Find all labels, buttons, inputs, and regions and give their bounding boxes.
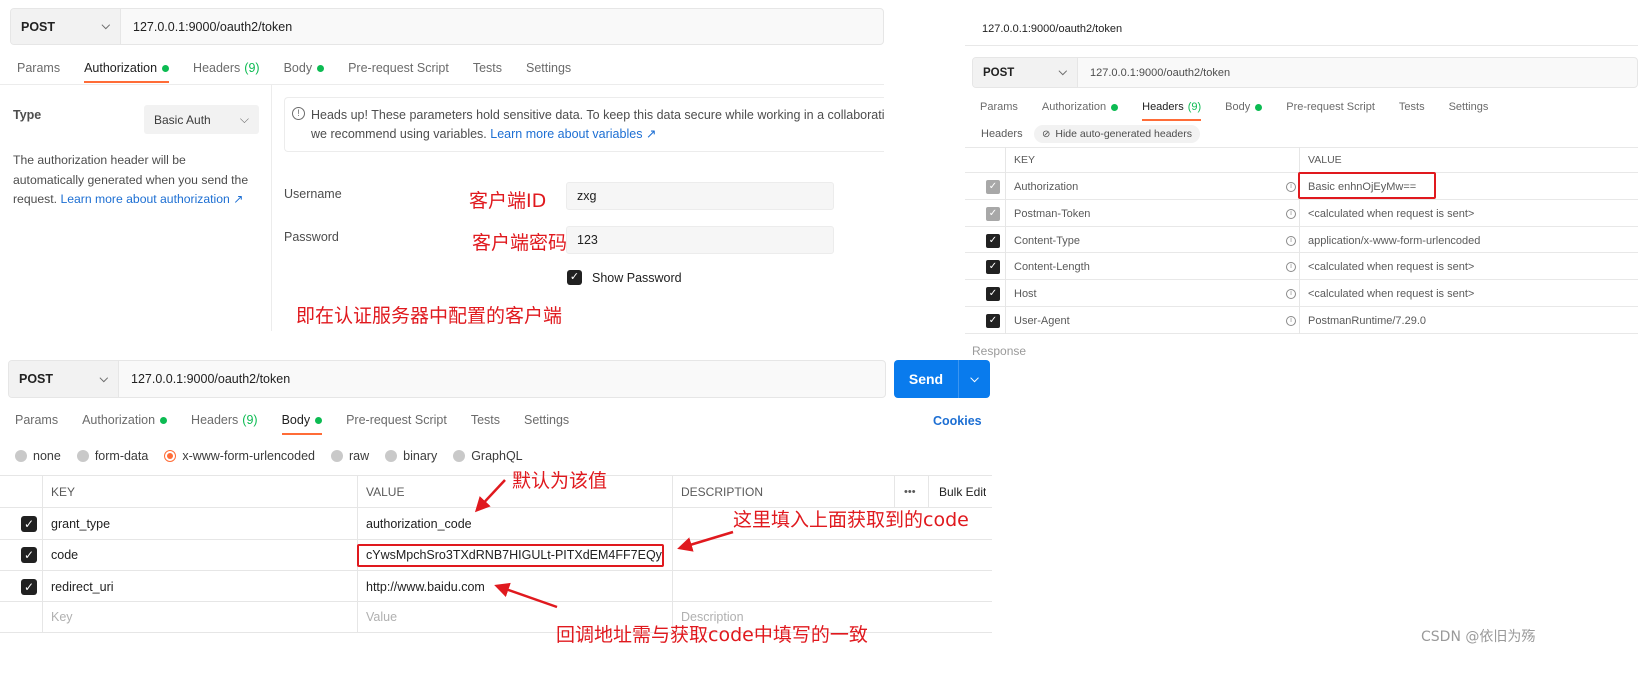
- annotation-arrows: [474, 479, 734, 609]
- arrow-default-value: [474, 479, 506, 513]
- arrow-fill-code: [677, 530, 734, 552]
- arrow-redirect: [494, 582, 558, 609]
- watermark: CSDN @依旧为殇: [1421, 629, 1536, 645]
